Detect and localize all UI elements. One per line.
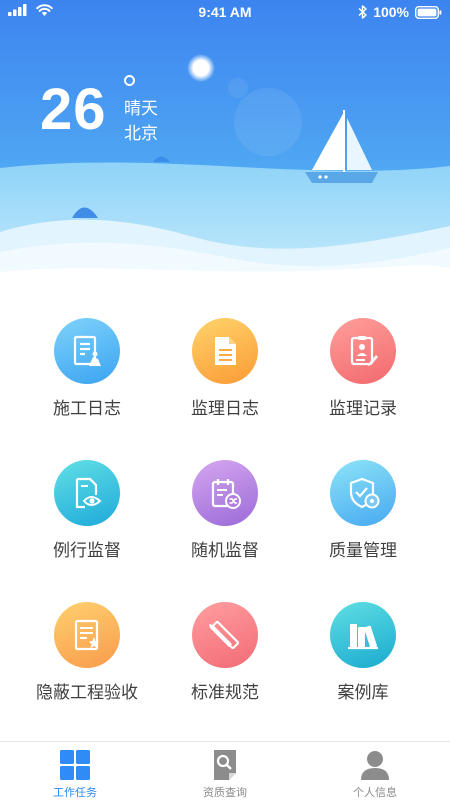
user-icon <box>361 751 389 780</box>
grid-item-quality-management[interactable]: 质量管理 <box>288 442 438 582</box>
books-icon <box>330 602 396 668</box>
weather-background <box>0 0 450 300</box>
feature-grid: 施工日志 监理日志 监理记录 例行监督 随机监督 质量管理 隐蔽工程验收 标准规… <box>0 300 450 740</box>
grid-item-concealed-works-acceptance[interactable]: 隐蔽工程验收 <box>12 584 162 724</box>
ruler-pencil-icon <box>192 602 258 668</box>
grid-item-label: 随机监督 <box>191 541 259 561</box>
grid-item-supervision-log[interactable]: 监理日志 <box>150 300 300 440</box>
grid-item-label: 标准规范 <box>191 683 259 703</box>
record-clipboard-icon <box>330 318 396 384</box>
grid-item-label: 监理记录 <box>329 399 397 419</box>
bottom-tab-bar: 工作任务 资质查询 个人信息 <box>0 741 450 801</box>
grid-item-routine-supervision[interactable]: 例行监督 <box>12 442 162 582</box>
tab-label: 资质查询 <box>203 786 247 799</box>
grid-item-case-library[interactable]: 案例库 <box>288 584 438 724</box>
grid-item-random-supervision[interactable]: 随机监督 <box>150 442 300 582</box>
document-icon <box>192 318 258 384</box>
grid-item-construction-log[interactable]: 施工日志 <box>12 300 162 440</box>
tab-personal-info[interactable]: 个人信息 <box>300 742 450 801</box>
grid-item-label: 质量管理 <box>329 541 397 561</box>
degree-icon <box>124 75 135 86</box>
battery-percentage: 100% <box>373 4 409 20</box>
tab-label: 个人信息 <box>353 786 397 799</box>
eye-document-icon <box>54 460 120 526</box>
construction-log-icon <box>54 318 120 384</box>
grid-item-label: 隐蔽工程验收 <box>36 683 138 703</box>
temperature-value: 26 <box>40 77 107 142</box>
grid-icon <box>60 750 90 780</box>
grid-item-label: 施工日志 <box>53 399 121 419</box>
shield-gear-icon <box>330 460 396 526</box>
grid-item-label: 监理日志 <box>191 399 259 419</box>
status-bar: 9:41 AM 100% <box>0 0 450 24</box>
tab-qualification-query[interactable]: 资质查询 <box>150 742 300 801</box>
grid-item-label: 例行监督 <box>53 541 121 561</box>
weather-condition: 晴天 <box>124 99 158 119</box>
battery-icon <box>415 5 442 19</box>
bluetooth-icon <box>358 5 367 19</box>
weather-city: 北京 <box>124 124 158 144</box>
search-document-icon <box>214 750 236 780</box>
inspection-document-icon <box>54 602 120 668</box>
shuffle-calendar-icon <box>192 460 258 526</box>
tab-work-tasks[interactable]: 工作任务 <box>0 742 150 801</box>
tab-label: 工作任务 <box>53 786 97 799</box>
grid-item-supervision-record[interactable]: 监理记录 <box>288 300 438 440</box>
weather-banner: 26 晴天 北京 <box>0 0 450 300</box>
grid-item-label: 案例库 <box>337 683 389 703</box>
grid-item-standards[interactable]: 标准规范 <box>150 584 300 724</box>
